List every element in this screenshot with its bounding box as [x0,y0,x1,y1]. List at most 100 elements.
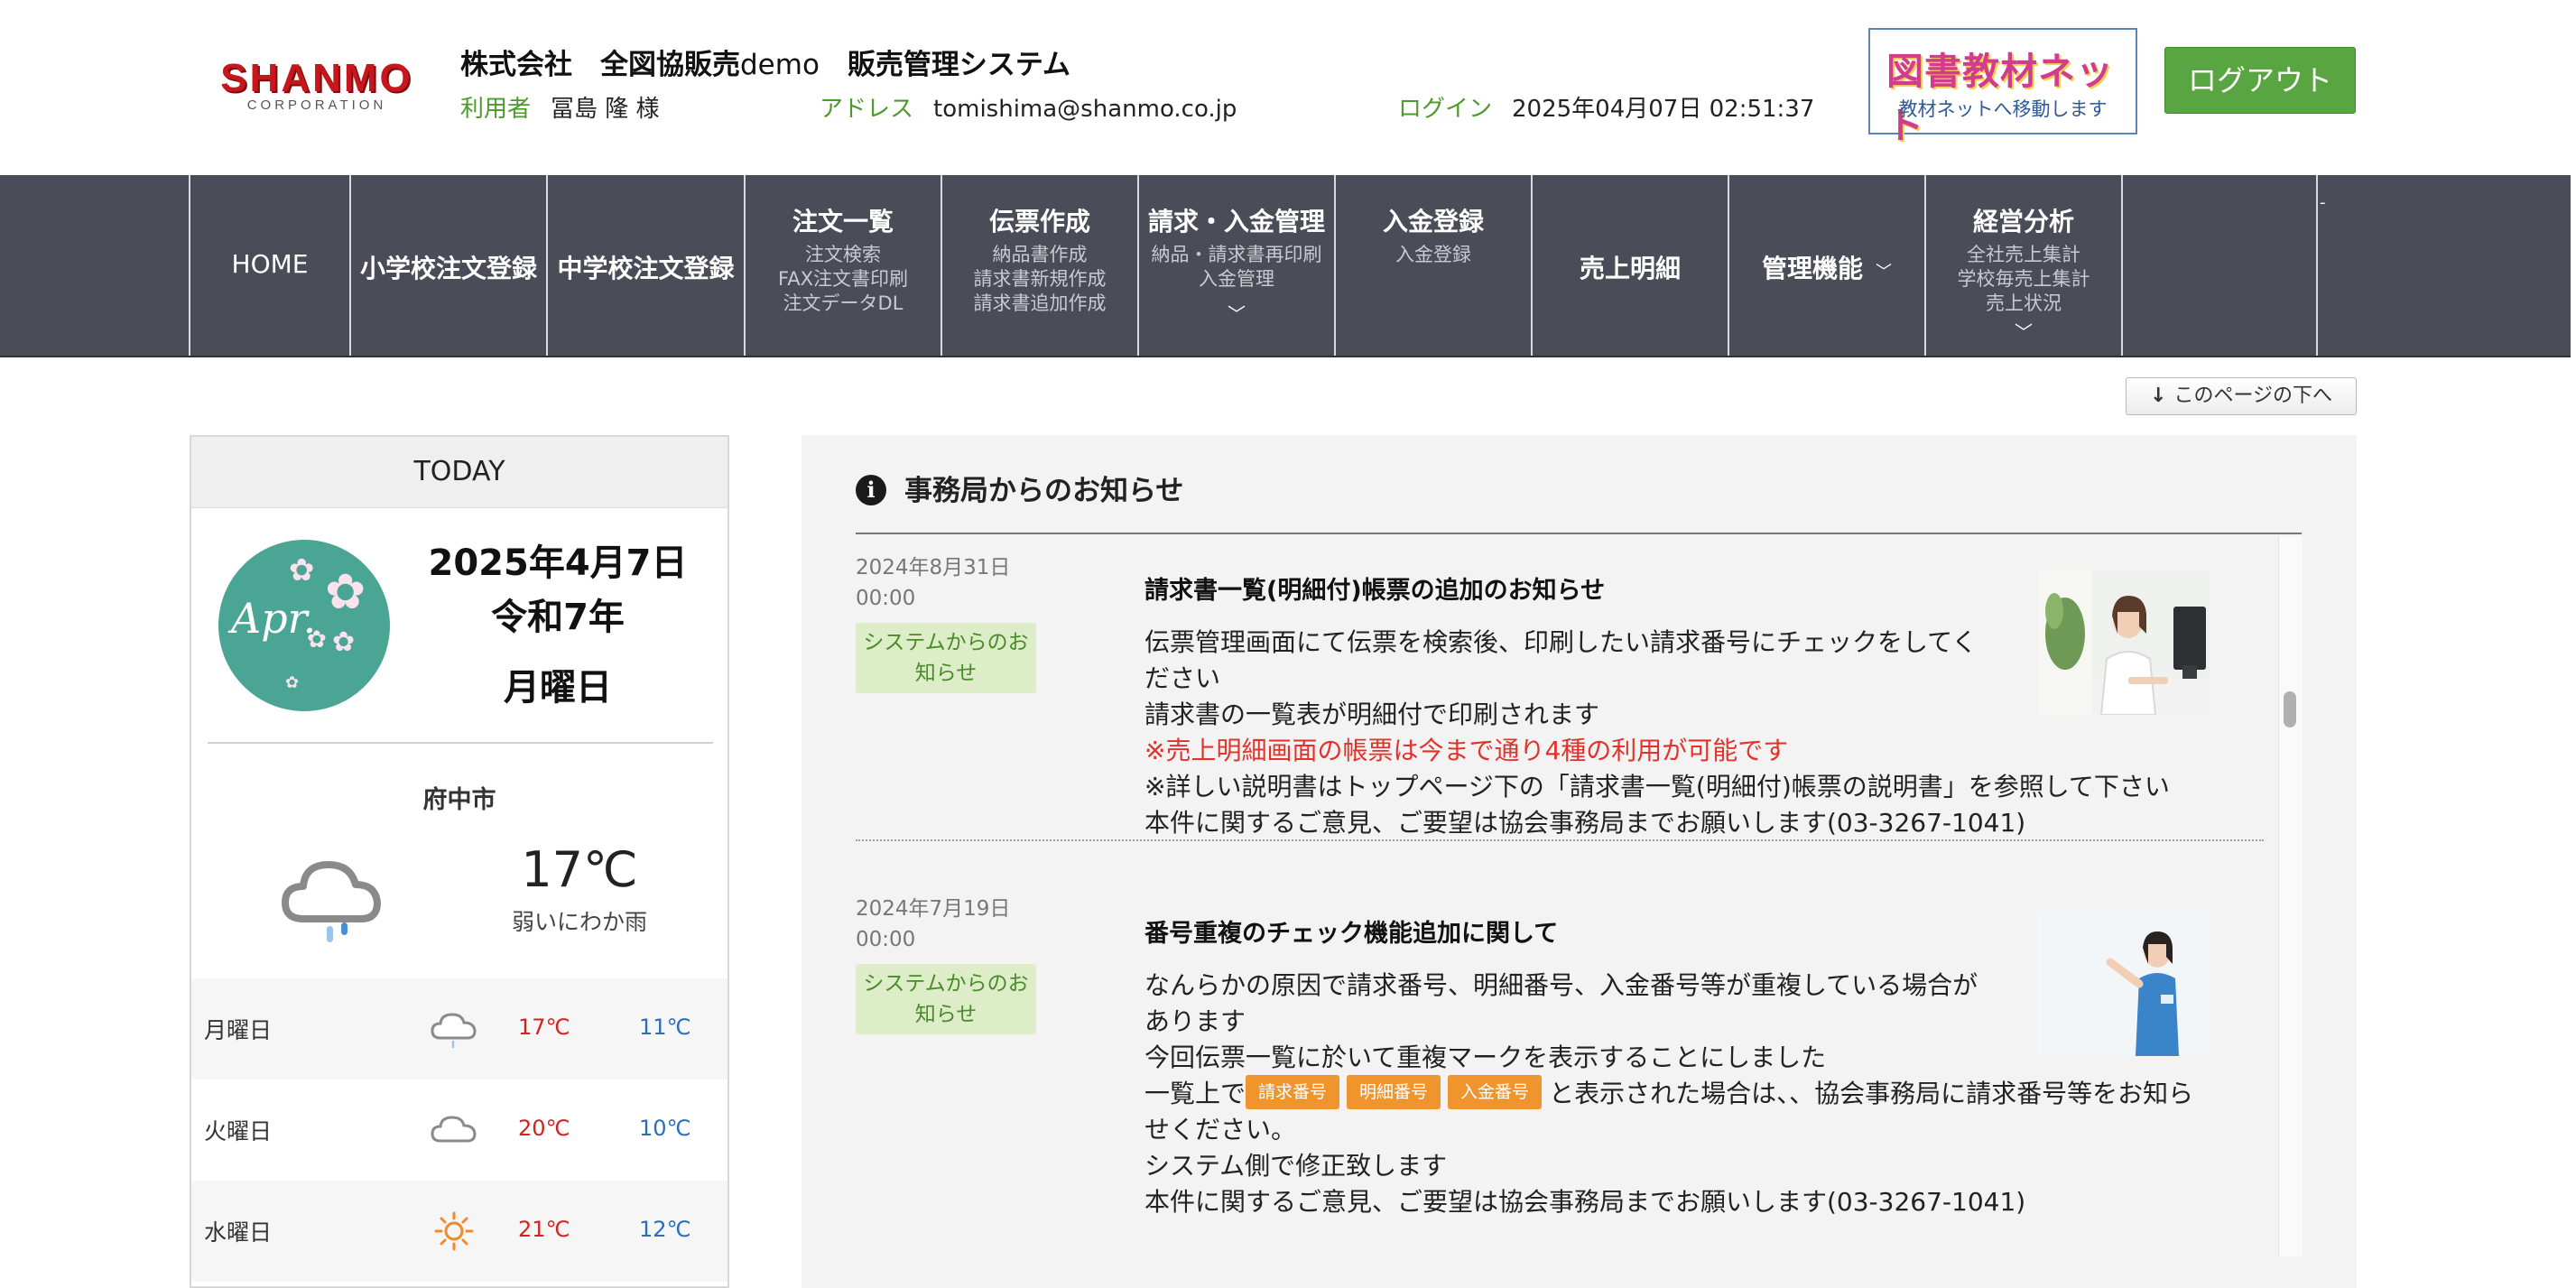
nav-submenu-sales-status[interactable]: 売上状況 [1926,292,2121,316]
cloud-rain-icon [431,1013,477,1049]
nav-home[interactable]: HOME [190,175,349,356]
nav-submenu-payment-management[interactable]: 入金管理 [1139,267,1334,292]
nav-payment-entry[interactable]: 入金登録 入金登録 [1336,175,1531,356]
notice-line: 請求書の一覧表が明細付で印刷されます [1144,700,1600,729]
forecast-low: 10℃ [639,1116,691,1141]
nav-submenu-payment-entry[interactable]: 入金登録 [1336,243,1531,267]
duplicate-tag-detail: 明細番号 [1347,1075,1441,1109]
nav-submenu-school-sales[interactable]: 学校毎売上集計 [1926,267,2121,292]
notice-line: 今回伝票一覧に於いて重複マークを表示することにしました [1144,1042,1827,1072]
notice-line: ださい [1144,663,1221,693]
current-temperature: 17℃ [521,841,638,898]
operator-photo [2038,912,2210,1056]
notice-item: 2024年8月31日 00:00 システムからのお 知らせ 請求書一覧(明細付)… [856,552,2264,841]
arrow-down-icon: ↓ [2150,385,2167,407]
notice-badge-line: 知らせ [914,1003,978,1026]
notice-badge-line: 知らせ [914,662,978,685]
today-era: 令和7年 [491,597,625,638]
notice-item: 2024年7月19日 00:00 システムからのお 知らせ 番号重複のチェック機… [856,894,2264,1273]
notice-line: あります [1144,1006,1246,1036]
address-value: tomishima@shanmo.co.jp [933,96,1237,123]
nav-submenu-order-dl[interactable]: 注文データDL [746,292,941,316]
system-title-name: 販売管理システム [847,49,1070,81]
notice-badge-line: システムからのお [863,631,1029,654]
nav-order-list-sub: 注文検索 FAX注文書印刷 注文データDL [746,243,941,316]
nav-submenu-company-sales[interactable]: 全社売上集計 [1926,243,2121,267]
logo-text: SHANMO [220,56,413,100]
logout-button[interactable]: ログアウト [2164,47,2356,114]
chevron-down-icon[interactable]: ﹀ [1876,263,1892,282]
today-heading: TODAY [191,437,727,508]
nav-submenu-delivery-note[interactable]: 納品書作成 [942,243,1137,267]
shanmo-logo[interactable]: SHANMO CORPORATION [197,56,437,119]
notice-line-with-tags: 一覧上で 請求番号 明細番号 入金番号 と表示された場合は、、協会事務局に請求番号等をお… [1144,1075,2193,1112]
forecast-high: 20℃ [518,1116,570,1141]
notice-line: 伝票管理画面にて伝票を検索後、印刷したい請求番号にチェックをしてく [1144,627,1978,657]
login-label: ログイン [1398,96,1493,123]
notice-line: 本件に関するご意見、ご要望は協会事務局までお願いします(03-3267-1041… [1144,1187,2026,1217]
nav-junior-high-order[interactable]: 中学校注文登録 [548,175,744,356]
chevron-down-icon[interactable]: ﹀ [1139,300,1334,326]
system-title-company: 株式会社 全図協販売 [460,49,740,81]
notice-panel: i 事務局からのお知らせ 2024年8月31日 00:00 システムからのお 知ら… [802,435,2357,1288]
forecast-day: 月曜日 [204,1017,273,1043]
forecast-row: 月曜日 17℃ 11℃ [191,978,727,1080]
notice-line: システム側で修正致します [1144,1151,1448,1181]
nav-elementary-order[interactable]: 小学校注文登録 [351,175,546,356]
nav-submenu-reprint[interactable]: 納品・請求書再印刷 [1139,243,1334,267]
nav-slip-create-sub: 納品書作成 請求書新規作成 請求書追加作成 [942,243,1137,316]
forecast-high: 17℃ [518,1015,570,1040]
notice-line: せください。 [1144,1115,1297,1144]
operator-photo [2038,570,2210,715]
notice-title[interactable]: 請求書一覧(明細付)帳票の追加のお知らせ [1144,570,1605,606]
today-date-block: 2025年4月7日 令和7年 月曜日 [422,536,693,715]
toshonet-logo: 図書教材ネット [1886,50,2114,147]
toshonet-link-label: 教材ネットへ移動します [1898,98,2108,120]
scrollbar-thumb[interactable] [2284,691,2296,727]
nav-order-list[interactable]: 注文一覧 注文検索 FAX注文書印刷 注文データDL [746,175,941,356]
duplicate-tag-invoice: 請求番号 [1246,1075,1340,1109]
forecast-row: 火曜日 20℃ 10℃ [191,1080,727,1181]
notice-date-day: 2024年7月19日 [856,897,1011,921]
duplicate-tag-payment: 入金番号 [1448,1075,1543,1109]
nav-submenu-order-search[interactable]: 注文検索 [746,243,941,267]
weather-city: 府中市 [422,786,496,814]
today-weekday: 月曜日 [504,667,612,709]
divider [208,742,713,744]
nav-slip-create-label: 伝票作成 [988,207,1090,236]
nav-billing[interactable]: 請求・入金管理 納品・請求書再印刷 入金管理 ﹀ [1139,175,1334,356]
notice-scrollbar[interactable] [2278,536,2303,1256]
nav-order-list-label: 注文一覧 [792,207,894,236]
notice-heading: i 事務局からのお知らせ [856,468,1183,508]
nav-sales-detail[interactable]: 売上明細 [1533,175,1728,356]
forecast-day: 火曜日 [204,1118,273,1144]
sakura-icon: ✿ [289,552,315,588]
today-date: 2025年4月7日 [428,542,688,584]
notice-category-badge: システムからのお 知らせ [856,623,1036,693]
notice-line: 本件に関するご意見、ご要望は協会事務局までお願いします(03-3267-1041… [1144,808,2026,838]
scroll-to-bottom-button[interactable]: ↓ このページの下へ [2126,377,2357,415]
notice-title[interactable]: 番号重複のチェック機能追加に関して [1144,913,1558,949]
nav-slip-create[interactable]: 伝票作成 納品書作成 請求書新規作成 請求書追加作成 [942,175,1137,356]
login-info: ログイン 2025年04月07日 02:51:37 [1398,90,1814,124]
nav-payment-entry-sub: 入金登録 [1336,243,1531,267]
toshonet-link-button[interactable]: 図書教材ネット 教材ネットへ移動します [1868,28,2137,147]
nav-admin[interactable]: 管理機能 ﹀ [1729,175,1924,356]
sakura-icon: ✿ [285,673,300,692]
chevron-down-icon[interactable]: ﹀ [1926,318,2121,344]
forecast-day: 水曜日 [204,1219,273,1246]
nav-submenu-fax-print[interactable]: FAX注文書印刷 [746,267,941,292]
sun-icon [434,1211,474,1251]
notice-line: なんらかの原因で請求番号、明細番号、入金番号等が重複している場合が [1144,970,1978,1000]
sakura-icon: ✿ [332,626,356,658]
nav-submenu-new-invoice[interactable]: 請求書新規作成 [942,267,1137,292]
notice-line: ※詳しい説明書はトップページ下の「請求書一覧(明細付)帳票の説明書」を参照して下… [1144,772,2170,802]
user-name: 冨島 隆 様 [551,96,660,123]
today-panel: TODAY ✿ ✿ ✿ ✿ ✿ Apr. 2025年4月7日 令和7年 月曜日 … [190,435,729,1288]
notice-badge-line: システムからのお [863,972,1029,996]
notice-line-warning: ※売上明細画面の帳票は今まで通り4種の利用が可能です [1144,736,1789,765]
divider [856,839,2264,841]
nav-submenu-add-invoice[interactable]: 請求書追加作成 [942,292,1137,316]
nav-analytics[interactable]: 経営分析 全社売上集計 学校毎売上集計 売上状況 ﹀ [1926,175,2121,356]
login-datetime: 2025年04月07日 02:51:37 [1512,96,1815,123]
